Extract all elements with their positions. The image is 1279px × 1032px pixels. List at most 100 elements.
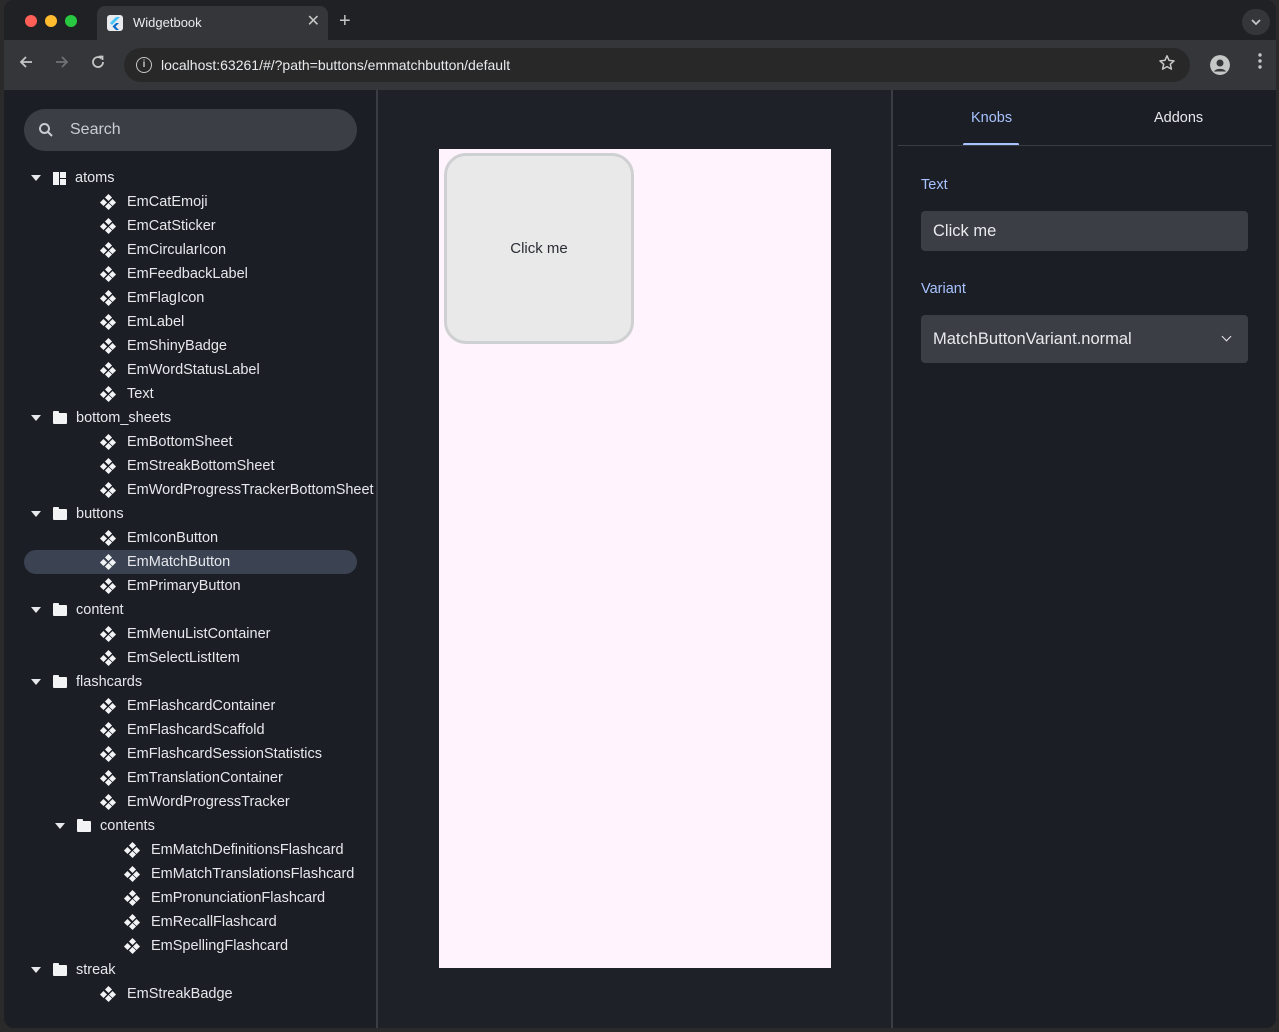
tree-item-widget[interactable]: EmSpellingFlashcard [24,934,357,958]
tree-item-widget[interactable]: EmIconButton [24,526,357,550]
tree-item-folder[interactable]: content [24,598,357,622]
maximize-window-icon[interactable] [65,15,77,27]
tree-item-widget[interactable]: EmSelectListItem [24,646,357,670]
widget-icon [123,913,141,931]
site-info-icon[interactable]: i [136,57,152,73]
widget-icon [123,865,141,883]
tree-item-widget[interactable]: EmFeedbackLabel [24,262,357,286]
tree-item-folder[interactable]: bottom_sheets [24,406,357,430]
widget-icon [99,481,117,499]
widget-icon [99,985,117,1003]
bookmark-star-icon[interactable] [1158,54,1176,72]
tree-item-label: contents [100,818,155,834]
tab-title: Widgetbook [133,15,202,30]
tree-item-label: EmCircularIcon [127,242,227,258]
tree-item-label: EmCatEmoji [127,194,208,210]
tab-strip: Widgetbook ✕ + [4,0,1276,44]
url-text[interactable]: localhost:63261/#/?path=buttons/emmatchb… [161,57,510,73]
tree-item-widget[interactable]: EmCatSticker [24,214,357,238]
tree-item-label: EmBottomSheet [127,434,233,450]
forward-arrow-icon[interactable] [54,54,70,70]
reload-icon[interactable] [90,54,106,70]
tree-item-widget[interactable]: EmFlashcardScaffold [24,718,357,742]
tree-item-widget[interactable]: EmStreakBottomSheet [24,454,357,478]
new-tab-button[interactable]: + [339,11,351,31]
expand-caret-icon[interactable] [31,415,41,421]
tab-addons[interactable]: Addons [1154,110,1203,126]
tree-item-folder[interactable]: atoms [24,166,357,190]
widget-icon [123,937,141,955]
text-knob-value: Click me [933,221,997,240]
address-bar[interactable]: i localhost:63261/#/?path=buttons/emmatc… [124,48,1190,82]
tree-item-folder[interactable]: buttons [24,502,357,526]
widget-icon [123,889,141,907]
more-menu-icon[interactable] [1258,53,1262,69]
tree-item-widget[interactable]: EmPrimaryButton [24,574,357,598]
tree-item-folder[interactable]: flashcards [24,670,357,694]
widget-icon [99,769,117,787]
tree-item-label: flashcards [76,674,143,690]
tree-item-widget[interactable]: EmLabel [24,310,357,334]
tree-item-label: EmWordStatusLabel [127,362,260,378]
tree-item-widget[interactable]: Text [24,382,357,406]
expand-caret-icon[interactable] [31,175,41,181]
tab-knobs[interactable]: Knobs [971,110,1012,126]
minimize-window-icon[interactable] [45,15,57,27]
tree-item-label: streak [76,962,116,978]
expand-caret-icon[interactable] [31,511,41,517]
tree-item-widget[interactable]: EmMatchDefinitionsFlashcard [24,838,357,862]
tree-item-widget[interactable]: EmMatchButton [24,550,357,574]
tree-item-widget[interactable]: EmFlashcardContainer [24,694,357,718]
expand-caret-icon[interactable] [55,823,65,829]
profile-avatar-icon[interactable] [1210,55,1230,75]
tree-item-label: EmTranslationContainer [127,770,283,786]
tree-item-widget[interactable]: EmWordProgressTracker [24,790,357,814]
tree-item-widget[interactable]: EmMenuListContainer [24,622,357,646]
variant-knob-label: Variant [921,281,966,297]
tab-search-button[interactable] [1242,9,1270,35]
search-placeholder: Search [70,121,121,138]
browser-tab[interactable]: Widgetbook ✕ [97,6,328,40]
tree-item-label: EmFlagIcon [127,290,205,306]
widget-icon [99,193,117,211]
search-input[interactable]: Search [24,109,357,151]
tree-item-folder[interactable]: streak [24,958,357,982]
expand-caret-icon[interactable] [31,679,41,685]
tree-item-widget[interactable]: EmCatEmoji [24,190,357,214]
tree-item-label: EmMenuListContainer [127,626,271,642]
tree-item-widget[interactable]: EmPronunciationFlashcard [24,886,357,910]
expand-caret-icon[interactable] [31,967,41,973]
text-knob-input[interactable]: Click me [921,211,1248,251]
tree-item-widget[interactable]: EmWordStatusLabel [24,358,357,382]
tree-item-widget[interactable]: EmBottomSheet [24,430,357,454]
tree-item-widget[interactable]: EmStreakBadge [24,982,357,1006]
variant-knob-select[interactable]: MatchButtonVariant.normal [921,315,1248,363]
match-button[interactable]: Click me [444,153,634,344]
widget-icon [99,361,117,379]
tree-item-widget[interactable]: EmTranslationContainer [24,766,357,790]
tree-item-folder[interactable]: contents [24,814,357,838]
tree-item-widget[interactable]: EmRecallFlashcard [24,910,357,934]
chevron-down-icon [1221,331,1232,342]
tree-item-label: EmWordProgressTracker [127,794,290,810]
browser-toolbar: i localhost:63261/#/?path=buttons/emmatc… [4,40,1276,90]
tree-item-widget[interactable]: EmMatchTranslationsFlashcard [24,862,357,886]
widget-icon [99,649,117,667]
close-window-icon[interactable] [25,15,37,27]
tree-item-widget[interactable]: EmFlashcardSessionStatistics [24,742,357,766]
tree-item-widget[interactable]: EmWordProgressTrackerBottomSheet [24,478,374,502]
tree-item-widget[interactable]: EmCircularIcon [24,238,357,262]
tree-item-label: EmCatSticker [127,218,216,234]
widget-icon [99,289,117,307]
preview-area: Click me [379,90,891,1028]
back-arrow-icon[interactable] [18,54,34,70]
tree-item-label: EmMatchTranslationsFlashcard [151,866,355,882]
tab-divider [898,145,1272,146]
folder-icon [77,818,91,832]
tab-close-icon[interactable]: ✕ [307,13,320,31]
expand-caret-icon[interactable] [31,607,41,613]
tree-item-widget[interactable]: EmShinyBadge [24,334,357,358]
tree-item-widget[interactable]: EmFlagIcon [24,286,357,310]
flutter-logo-icon [107,15,123,31]
tree-item-label: EmMatchButton [127,554,231,570]
